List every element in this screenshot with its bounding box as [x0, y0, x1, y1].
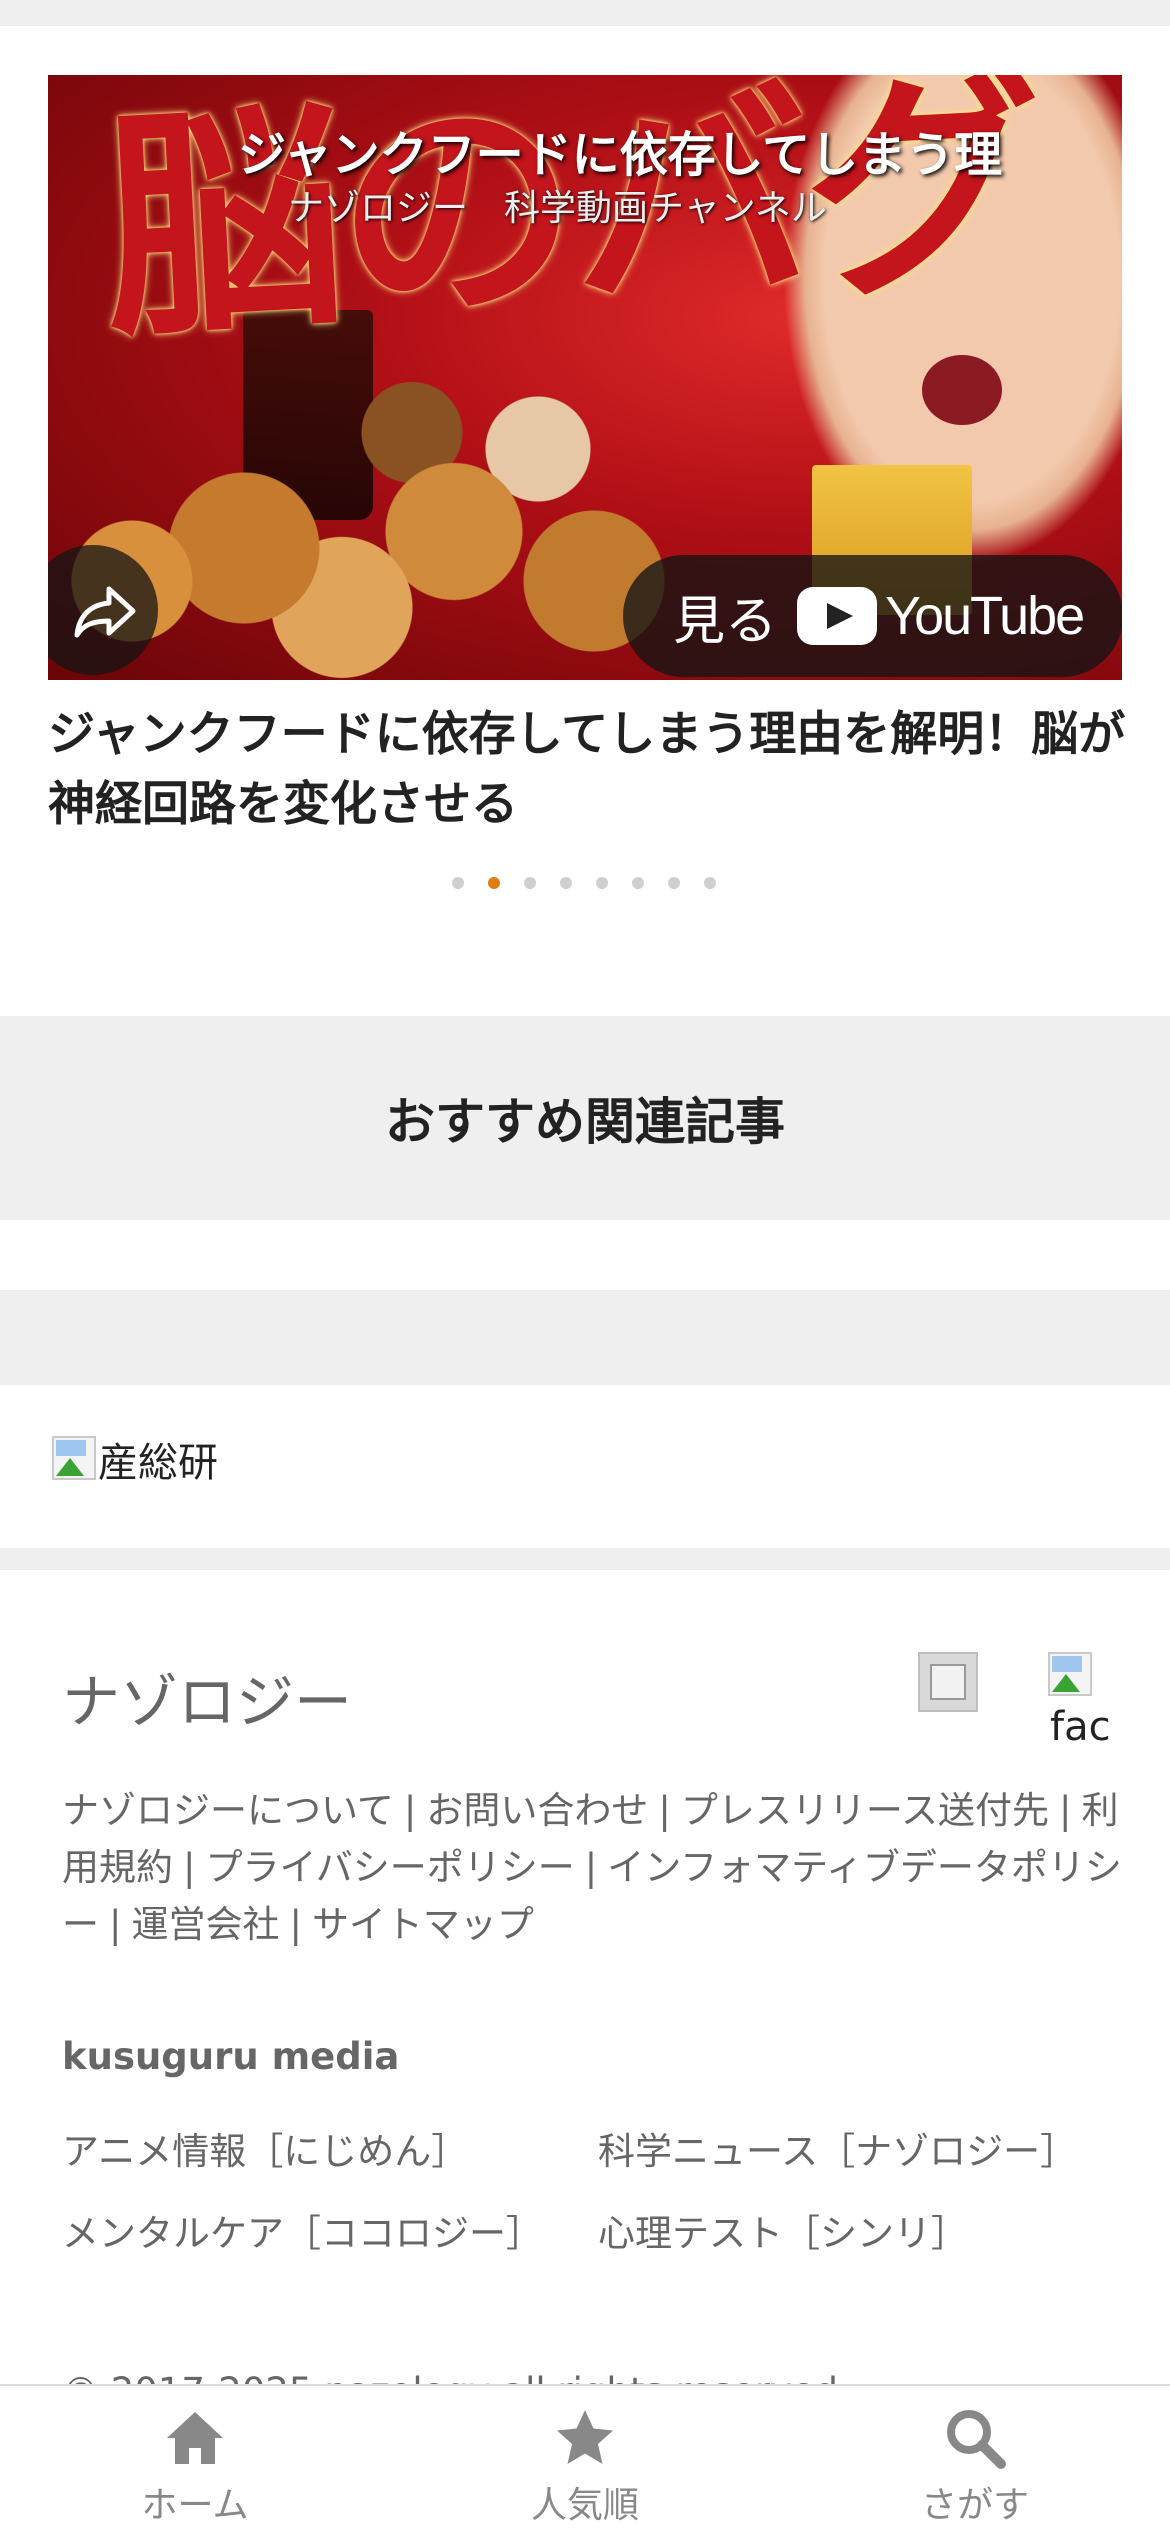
footer-brand[interactable]: ナゾロジー: [62, 1655, 352, 1739]
thumbnail-title: ジャンクフードに依存してしまう理: [238, 127, 1003, 183]
facebook-alt-text: fac: [1050, 1704, 1111, 1750]
search-icon: [947, 2410, 1006, 2469]
carousel-dot[interactable]: [668, 877, 680, 889]
footer-divider: [0, 1548, 1170, 1570]
article-title-link[interactable]: ジャンクフードに依存してしまう理由を解明！脳が神経回路を変化させる: [48, 700, 1128, 840]
sponsor-alt-text: 産総研: [98, 1440, 218, 1486]
social-icon-image[interactable]: [918, 1652, 978, 1712]
footer-link-contact[interactable]: お問い合わせ: [426, 1789, 648, 1832]
tab-popular[interactable]: 人気順: [390, 2386, 780, 2534]
footer-link-about[interactable]: ナゾロジーについて: [62, 1789, 394, 1832]
media-link-nazology[interactable]: 科学ニュース［ナゾロジー］: [598, 2130, 1122, 2174]
youtube-wordmark: YouTube: [885, 586, 1085, 646]
carousel-dot[interactable]: [452, 877, 464, 889]
star-icon: [557, 2410, 613, 2464]
sponsor-banner[interactable]: 産総研: [48, 1430, 218, 1488]
footer-link-company[interactable]: 運営会社: [131, 1903, 279, 1946]
carousel-dot[interactable]: [488, 877, 500, 889]
media-link-cocology[interactable]: メンタルケア［ココロジー］: [62, 2212, 598, 2256]
gray-band: [0, 1290, 1170, 1385]
carousel-dot[interactable]: [596, 877, 608, 889]
footer-link-press[interactable]: プレスリリース送付先: [681, 1789, 1049, 1832]
broken-image-icon: [50, 1436, 96, 1482]
media-link-nijimen[interactable]: アニメ情報［にじめん］: [62, 2130, 598, 2174]
footer-link-privacy[interactable]: プライバシーポリシー: [205, 1846, 574, 1889]
watch-on-youtube-button[interactable]: 見る YouTube: [623, 555, 1122, 677]
footer-links: ナゾロジーについて | お問い合わせ | プレスリリース送付先 | 利用規約 | プライバシーポ…: [62, 1789, 1122, 1946]
carousel-dot[interactable]: [524, 877, 536, 889]
carousel-dot[interactable]: [704, 877, 716, 889]
media-network-links: アニメ情報［にじめん］ 科学ニュース［ナゾロジー］ メンタルケア［ココロジー］ …: [62, 2130, 1122, 2256]
bottom-tab-bar: ホーム 人気順 さがす: [0, 2384, 1170, 2534]
top-strip: [0, 0, 1170, 26]
tab-search-label: さがす: [920, 2485, 1029, 2526]
recommended-heading: おすすめ関連記事: [385, 1093, 785, 1151]
tab-home[interactable]: ホーム: [0, 2386, 390, 2534]
thumbnail-channel: ナゾロジー 科学動画チャンネル: [288, 188, 827, 229]
tab-home-label: ホーム: [141, 2485, 249, 2526]
carousel-dot[interactable]: [560, 877, 572, 889]
home-icon: [167, 2412, 223, 2464]
carousel-dots: [452, 877, 716, 889]
tab-popular-label: 人気順: [530, 2485, 639, 2526]
video-thumbnail[interactable]: 脳のバグ ジャンクフードに依存してしまう理 ナゾロジー 科学動画チャンネル 見る…: [48, 75, 1122, 680]
youtube-play-icon: [797, 587, 878, 645]
watch-label: 見る: [673, 591, 778, 652]
media-network-title: kusuguru media: [62, 2035, 400, 2078]
recommended-heading-banner: おすすめ関連記事: [0, 1016, 1170, 1220]
tab-search[interactable]: さがす: [780, 2386, 1170, 2534]
media-link-shinri[interactable]: 心理テスト［シンリ］: [598, 2212, 1122, 2256]
youtube-logo: YouTube: [797, 585, 1085, 647]
footer-link-sitemap[interactable]: サイトマップ: [312, 1903, 534, 1946]
share-arrow-icon: [74, 586, 136, 638]
carousel-dot[interactable]: [632, 877, 644, 889]
thumbnail-mouth: [922, 355, 1002, 425]
